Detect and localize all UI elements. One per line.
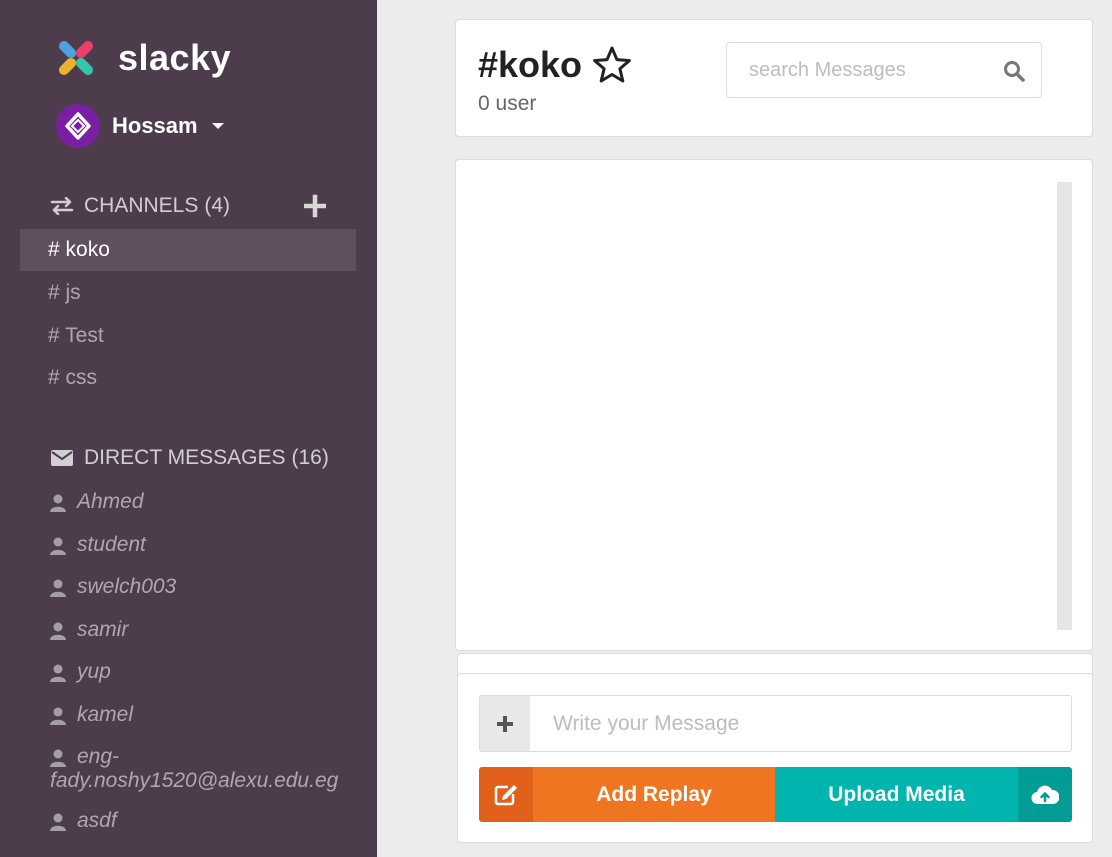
search-box [726, 42, 1042, 98]
star-icon[interactable] [592, 45, 632, 85]
dm-item[interactable]: Ahmed [50, 490, 350, 514]
user-avatar-icon [65, 112, 91, 140]
dm-item-label: kamel [77, 703, 134, 726]
envelope-icon [50, 448, 74, 468]
user-icon [50, 813, 66, 831]
user-icon [50, 664, 66, 682]
channel-item-css[interactable]: # css [20, 357, 356, 399]
dm-item-label: swelch003 [77, 575, 177, 598]
message-composer: Add Replay Upload Media [457, 673, 1093, 843]
channel-title: #koko [478, 44, 632, 86]
user-name: Hossam [112, 113, 198, 138]
messages-panel [455, 159, 1093, 651]
add-reply-button[interactable]: Add Replay [533, 767, 775, 822]
search-input[interactable] [727, 58, 987, 82]
channel-item-js[interactable]: # js [20, 272, 356, 314]
channel-item-test[interactable]: # Test [20, 315, 356, 357]
brand: slacky [52, 34, 231, 82]
page-title: #koko [478, 44, 583, 85]
search-icon[interactable] [1003, 60, 1025, 82]
direct-messages-count: (16) [291, 446, 329, 469]
user-icon [50, 707, 66, 725]
dm-item[interactable]: samir [50, 618, 350, 642]
dm-item[interactable]: yup [50, 660, 350, 684]
messages-scrollbar[interactable] [1057, 182, 1072, 630]
dm-item[interactable]: kamel [50, 703, 350, 727]
dm-item[interactable]: asdf [50, 809, 350, 833]
direct-messages-header: DIRECT MESSAGES (16) [50, 446, 329, 470]
avatar [56, 104, 100, 148]
sidebar: slacky Hossam CHANNELS (4) # koko # js #… [0, 0, 377, 857]
user-icon [50, 622, 66, 640]
user-icon [50, 579, 66, 597]
composer-actions: Add Replay Upload Media [479, 767, 1072, 822]
channel-header: #koko 0 user [455, 19, 1093, 137]
user-icon [50, 537, 66, 555]
dm-item-label: Ahmed [77, 490, 144, 513]
channels-header: CHANNELS (4) [50, 194, 230, 218]
add-channel-button[interactable] [304, 194, 326, 218]
caret-down-icon [211, 123, 224, 129]
channels-label: CHANNELS [84, 194, 199, 217]
exchange-icon [50, 196, 74, 216]
upload-media-button[interactable]: Upload Media [775, 767, 1018, 822]
dm-item-label-continued: fady.noshy1520@alexu.edu.eg [50, 769, 339, 792]
dm-item[interactable]: swelch003 [50, 575, 350, 599]
dm-item-label: samir [77, 618, 129, 641]
app-name: slacky [118, 37, 232, 78]
edit-button[interactable] [479, 767, 533, 822]
user-count: 0 user [478, 92, 537, 115]
dm-item[interactable]: eng- fady.noshy1520@alexu.edu.eg [50, 745, 350, 793]
dm-item[interactable]: student [50, 533, 350, 557]
user-icon [50, 749, 66, 767]
edit-icon [494, 784, 517, 805]
channels-count: (4) [204, 194, 231, 217]
cloud-upload-icon [1031, 785, 1059, 804]
dm-item-label: asdf [77, 809, 117, 832]
dm-item-label: student [77, 533, 146, 556]
upload-icon-button[interactable] [1018, 767, 1072, 822]
message-input[interactable] [530, 696, 1071, 751]
attach-button[interactable] [480, 696, 530, 751]
user-menu[interactable]: Hossam [56, 104, 224, 148]
direct-messages-label: DIRECT MESSAGES [84, 446, 286, 469]
user-icon [50, 494, 66, 512]
dm-item-label: yup [77, 660, 111, 683]
message-input-group [479, 695, 1072, 752]
plus-icon [497, 715, 513, 732]
channel-item-koko[interactable]: # koko [20, 229, 356, 271]
slacky-logo-icon [58, 40, 94, 76]
dm-item-label: eng- [77, 745, 120, 768]
